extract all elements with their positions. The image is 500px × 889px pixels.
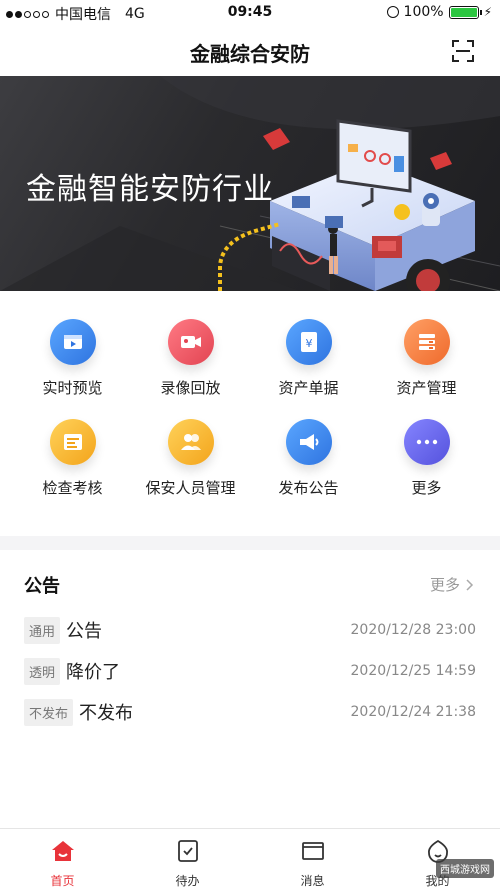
battery-percent: 100% <box>403 4 444 20</box>
notice-text: 公告 <box>66 621 103 642</box>
notice-item[interactable]: 不发布 不发布 2020/12/24 21:38 <box>24 698 476 726</box>
notice-tag: 通用 <box>24 616 61 644</box>
tab-label: 待办 <box>175 874 200 888</box>
notice-item[interactable]: 透明 降价了 2020/12/25 14:59 <box>24 657 476 685</box>
grid-item-asset-documents[interactable]: ¥ 资产单据 <box>246 319 371 419</box>
tab-label: 消息 <box>300 874 325 888</box>
scan-icon[interactable] <box>452 40 474 62</box>
video-camera-icon <box>167 319 214 365</box>
notice-tag: 不发布 <box>24 698 74 726</box>
notice-time: 2020/12/24 21:38 <box>350 704 477 720</box>
video-preview-icon <box>49 319 96 365</box>
chevron-right-icon <box>466 578 474 591</box>
grid-item-asset-management[interactable]: 资产管理 <box>364 319 489 419</box>
tab-label: 首页 <box>50 874 75 888</box>
grid-label: 检查考核 <box>42 479 103 497</box>
more-icon <box>403 419 450 465</box>
grid-label: 更多 <box>411 479 442 497</box>
banner[interactable]: 金融智能安防行业 <box>0 76 500 291</box>
grid-label: 资产管理 <box>396 379 457 397</box>
function-grid: 实时预览 录像回放 ¥ 资产单据 资产管理 检查考核 保安人员管理 发布公告 更… <box>0 291 500 536</box>
notice-more-label: 更多 <box>429 576 460 594</box>
home-icon <box>51 841 74 861</box>
grid-label: 保安人员管理 <box>145 479 236 497</box>
notice-item[interactable]: 通用 公告 2020/12/28 23:00 <box>24 616 476 644</box>
todo-icon <box>177 840 198 862</box>
notice-text: 不发布 <box>79 703 134 724</box>
notice-time: 2020/12/28 23:00 <box>350 622 477 638</box>
notice-title: 公告 <box>24 576 60 597</box>
message-icon <box>301 842 324 860</box>
grid-item-realtime-preview[interactable]: 实时预览 <box>10 319 135 419</box>
grid-item-video-playback[interactable]: 录像回放 <box>128 319 253 419</box>
battery-icon <box>448 5 482 19</box>
tab-home[interactable]: 首页 <box>0 839 125 889</box>
grid-label: 资产单据 <box>278 379 339 397</box>
charging-icon: ⚡ <box>483 5 492 19</box>
grid-item-security-staff[interactable]: 保安人员管理 <box>128 419 253 519</box>
tab-bar: 首页 待办 消息 我的 西城游戏网 <box>0 828 500 889</box>
security-staff-icon <box>167 419 214 465</box>
banner-title: 金融智能安防行业 <box>26 172 274 207</box>
tab-todo[interactable]: 待办 <box>125 839 250 889</box>
notice-section: 公告 更多 通用 公告 2020/12/28 23:00 透明 降价了 2020… <box>0 550 500 828</box>
notice-more-link[interactable]: 更多 <box>430 574 474 595</box>
nav-bar: 金融综合安防 <box>0 26 500 76</box>
grid-item-publish-notice[interactable]: 发布公告 <box>246 419 371 519</box>
status-bar: 中国电信 4G 09:45 100% ⚡ <box>0 0 500 26</box>
notice-text: 降价了 <box>66 662 121 683</box>
grid-item-more[interactable]: 更多 <box>364 419 489 519</box>
page-title: 金融综合安防 <box>190 42 310 66</box>
watermark: 西城游戏网 <box>436 859 494 878</box>
inspection-icon <box>49 419 96 465</box>
yen-document-icon: ¥ <box>285 319 332 365</box>
megaphone-icon <box>285 419 332 465</box>
svg-text:¥: ¥ <box>305 337 312 350</box>
grid-label: 实时预览 <box>42 379 103 397</box>
asset-management-icon <box>403 319 450 365</box>
grid-label: 发布公告 <box>278 479 339 497</box>
tab-messages[interactable]: 消息 <box>250 839 375 889</box>
grid-label: 录像回放 <box>160 379 221 397</box>
notice-tag: 透明 <box>24 657 61 685</box>
grid-item-inspection[interactable]: 检查考核 <box>10 419 135 519</box>
orientation-lock-icon <box>386 6 399 18</box>
notice-time: 2020/12/25 14:59 <box>350 663 477 679</box>
